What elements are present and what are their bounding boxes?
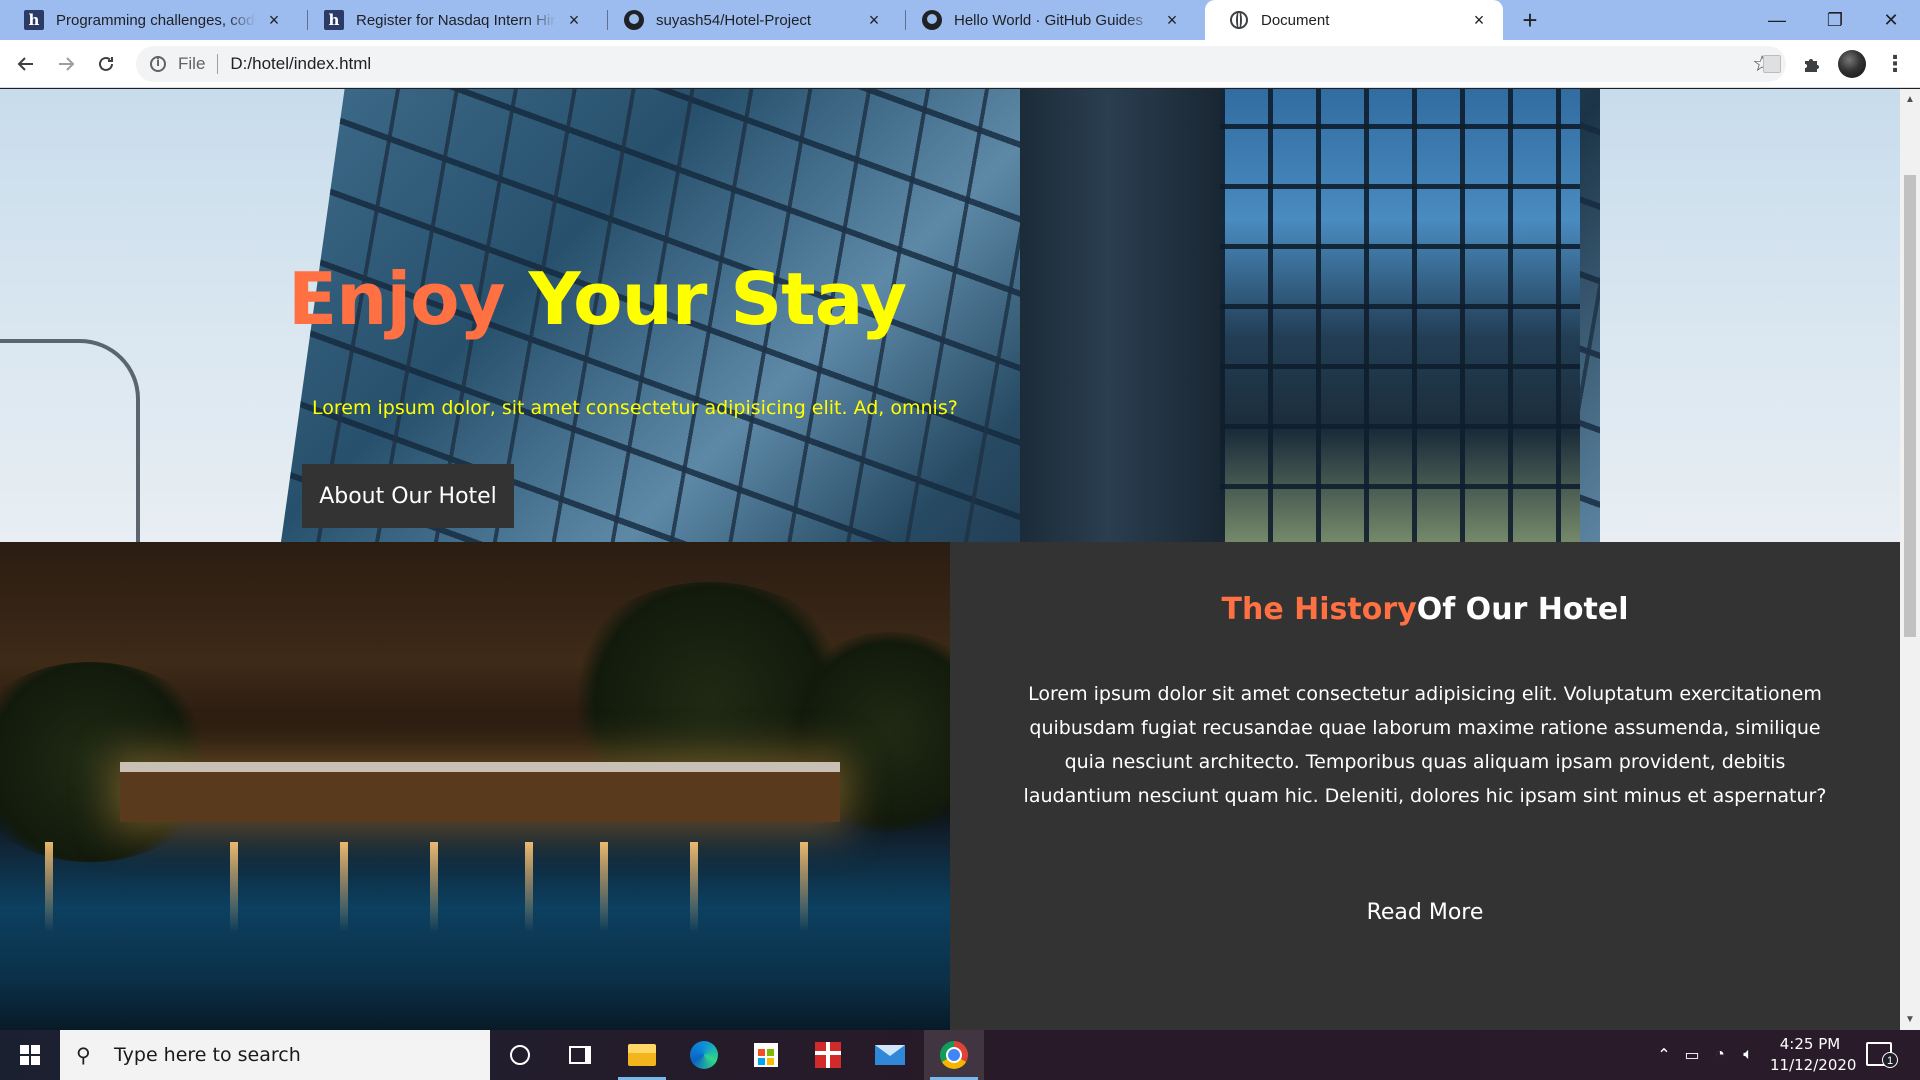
start-button[interactable] <box>0 1030 60 1080</box>
extension-icon[interactable] <box>1760 52 1784 76</box>
battery-icon[interactable]: ▭ <box>1678 1045 1706 1065</box>
hero-title-word1: Enjoy <box>288 257 506 341</box>
address-bar[interactable]: File D:/hotel/index.html ☆ <box>136 46 1786 82</box>
search-placeholder: Type here to search <box>114 1044 301 1066</box>
edge-icon <box>690 1041 718 1069</box>
arrow-right-icon <box>59 57 75 71</box>
history-title-rest: Of Our Hotel <box>1416 592 1629 627</box>
hero-subtitle: Lorem ipsum dolor, sit amet consectetur … <box>312 397 958 419</box>
puzzle-extensions-icon[interactable] <box>1800 52 1824 76</box>
hero-title: Enjoy Your Stay <box>288 257 907 341</box>
pool-pavilion <box>120 762 840 822</box>
tab-title: Document <box>1261 11 1330 29</box>
arrow-left-icon <box>17 57 33 71</box>
tab-title: Programming challenges, coding <box>56 11 256 29</box>
hero-building-shadow <box>1020 89 1240 542</box>
cortana-icon <box>510 1045 530 1065</box>
tab-programming-challenges[interactable]: h Programming challenges, coding × <box>0 0 298 40</box>
address-separator <box>217 54 219 74</box>
reload-icon <box>99 56 113 71</box>
hackerearth-icon: h <box>24 10 44 30</box>
mail-button[interactable] <box>860 1030 920 1080</box>
gift-app-button[interactable] <box>798 1030 858 1080</box>
tab-close-icon[interactable]: × <box>564 10 584 30</box>
close-window-button[interactable]: ✕ <box>1862 0 1920 40</box>
wifi-icon[interactable]: ◔ <box>1706 1046 1734 1064</box>
tab-close-icon[interactable]: × <box>1162 10 1182 30</box>
file-explorer-button[interactable] <box>612 1030 672 1080</box>
chrome-icon <box>940 1041 968 1069</box>
github-icon <box>922 10 942 30</box>
chrome-button[interactable] <box>924 1030 984 1080</box>
scheme-label: File <box>178 54 206 73</box>
chevron-up-icon[interactable]: ⌃ <box>1650 1045 1678 1065</box>
hero-section: Enjoy Your Stay Lorem ipsum dolor, sit a… <box>0 89 1900 542</box>
store-icon <box>754 1043 778 1067</box>
tab-title: suyash54/Hotel-Project <box>656 11 812 29</box>
scrollbar-thumb[interactable] <box>1904 175 1916 637</box>
taskbar-search[interactable]: ⚲ Type here to search <box>60 1030 490 1080</box>
street-lamp <box>0 339 140 542</box>
pool-image <box>0 542 950 1030</box>
info-icon[interactable] <box>150 56 166 72</box>
restore-button[interactable]: ❐ <box>1806 0 1864 40</box>
clock-date: 11/12/2020 <box>1770 1056 1857 1074</box>
volume-icon[interactable]: 🔈︎ <box>1734 1046 1762 1064</box>
task-view-icon <box>569 1046 591 1064</box>
forward-button[interactable] <box>50 48 82 80</box>
tab-github-hotel-project[interactable]: suyash54/Hotel-Project × <box>600 0 898 40</box>
browser-menu-icon[interactable]: ⋮ <box>1884 50 1906 78</box>
back-button[interactable] <box>10 48 42 80</box>
scroll-up-arrow-icon[interactable]: ▲ <box>1905 95 1915 105</box>
tab-nasdaq-register[interactable]: h Register for Nasdaq Intern Hiring × <box>300 0 598 40</box>
taskbar-clock[interactable]: 4:25 PM 11/12/2020 <box>1770 1034 1857 1076</box>
reload-button[interactable] <box>90 48 122 80</box>
history-title-highlight: The History <box>1221 592 1417 627</box>
edge-button[interactable] <box>674 1030 734 1080</box>
tab-close-icon[interactable]: × <box>864 10 884 30</box>
tab-github-guides[interactable]: Hello World · GitHub Guides × <box>898 0 1196 40</box>
hackerearth-icon: h <box>324 10 344 30</box>
history-body: Lorem ipsum dolor sit amet consectetur a… <box>1023 683 1827 807</box>
about-hotel-button[interactable]: About Our Hotel <box>302 464 514 528</box>
task-view-button[interactable] <box>550 1030 610 1080</box>
url-text[interactable]: D:/hotel/index.html <box>230 54 371 74</box>
read-more-button[interactable]: Read More <box>950 900 1900 925</box>
tab-title: Register for Nasdaq Intern Hiring <box>356 11 556 29</box>
globe-icon <box>1229 10 1249 30</box>
browser-toolbar: File D:/hotel/index.html ☆ ⋮ <box>0 40 1920 88</box>
minimize-button[interactable]: — <box>1748 0 1806 40</box>
new-tab-button[interactable]: + <box>1516 6 1544 34</box>
history-section: The HistoryOf Our Hotel Lorem ipsum dolo… <box>950 542 1900 1030</box>
windows-taskbar: ⚲ Type here to search ⌃ ▭ ◔ 🔈︎ 4:25 PM 1… <box>0 1030 1920 1080</box>
windows-logo-icon <box>20 1045 40 1065</box>
hero-building-wing <box>1220 89 1580 542</box>
system-tray: ⌃ ▭ ◔ 🔈︎ <box>1650 1030 1762 1080</box>
tab-strip: h Programming challenges, coding × h Reg… <box>0 0 1920 40</box>
mail-icon <box>875 1045 905 1065</box>
tab-document[interactable]: Document × <box>1205 0 1503 40</box>
profile-avatar[interactable] <box>1838 50 1866 78</box>
hero-title-word2: Your Stay <box>528 257 907 341</box>
tab-close-icon[interactable]: × <box>264 10 284 30</box>
search-icon: ⚲ <box>76 1044 91 1067</box>
file-explorer-icon <box>628 1044 656 1066</box>
clock-time: 4:25 PM <box>1779 1035 1841 1053</box>
page-scrollbar[interactable]: ▲ ▼ <box>1900 89 1920 1030</box>
scroll-down-arrow-icon[interactable]: ▼ <box>1905 1015 1915 1025</box>
gift-app-icon <box>815 1042 841 1068</box>
github-icon <box>624 10 644 30</box>
tab-close-icon[interactable]: × <box>1469 10 1489 30</box>
cortana-button[interactable] <box>490 1030 550 1080</box>
notification-count-badge: 1 <box>1882 1052 1898 1068</box>
store-button[interactable] <box>736 1030 796 1080</box>
tab-title: Hello World · GitHub Guides <box>954 11 1143 29</box>
page-viewport: Enjoy Your Stay Lorem ipsum dolor, sit a… <box>0 89 1900 1030</box>
history-title: The HistoryOf Our Hotel <box>950 592 1900 627</box>
